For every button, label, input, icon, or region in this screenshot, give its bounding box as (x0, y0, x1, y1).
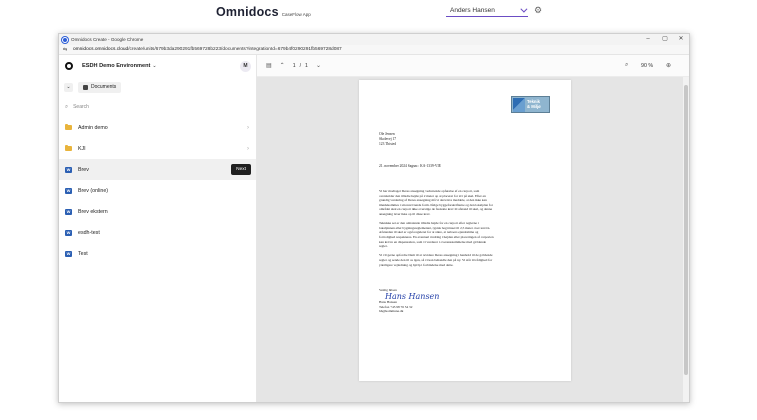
vertical-scrollbar[interactable] (683, 77, 689, 402)
documents-button[interactable]: Documents (78, 81, 122, 93)
page-total: 1 (305, 62, 308, 69)
folder-icon (65, 124, 72, 130)
window-title: Omnidocs Create - Google Chrome (71, 37, 144, 42)
next-button[interactable]: Next (231, 164, 251, 175)
letter-body: Vi har modtaget Deres ansøgning vedrøren… (379, 189, 495, 272)
chrome-icon (62, 36, 68, 43)
environment-switcher[interactable]: ESDH Demo Environment ⌄ M (59, 55, 256, 77)
handwritten-signature: Hans Hansen (385, 291, 440, 301)
list-item-kji[interactable]: KJI › (59, 138, 256, 159)
letter-paragraph: Vi vil gerne opfordre Dem til at revider… (379, 253, 493, 267)
scrollbar-thumb[interactable] (684, 85, 688, 375)
document-viewer: ▤ ⌃ 1 / 1 ⌄ ⌕ 90 % ⊕ Teknik & Miljø Ole … (257, 55, 689, 402)
sidebar: ESDH Demo Environment ⌄ M ⌄ Documents ⌕ … (59, 55, 257, 402)
app-header: Omnidocs CaseFlow App Anders Hansen ⚙ (0, 0, 757, 26)
letter-paragraph: Tekniske set er den omtalende tilladte h… (379, 221, 494, 249)
list-item-label: Brev (online) (78, 187, 109, 194)
word-doc-icon: W (65, 208, 72, 215)
chevron-right-icon: › (247, 145, 249, 152)
documents-icon (83, 84, 88, 90)
url-host: omnidocs.omnidocs.cloud (73, 47, 129, 52)
site-info-icon[interactable]: ⇆ (63, 47, 69, 53)
list-item-brev-ekstern[interactable]: W Brev ekstern (59, 201, 256, 222)
recipient-address: Ole Jensen Skolevej 17 123 Thisted (379, 132, 396, 147)
viewer-toolbar: ▤ ⌃ 1 / 1 ⌄ ⌕ 90 % ⊕ (257, 55, 689, 77)
search-row: ⌕ (59, 97, 256, 117)
user-select[interactable]: Anders Hansen (446, 5, 528, 17)
search-icon: ⌕ (65, 103, 69, 110)
address-bar[interactable]: ⇆ omnidocs.omnidocs.cloud/create/units/6… (59, 45, 689, 55)
word-doc-icon: W (65, 250, 72, 257)
brand-sub: CaseFlow App (281, 12, 311, 17)
collapse-button[interactable]: ⌄ (64, 82, 73, 92)
minimize-icon[interactable]: – (643, 36, 653, 43)
list-item-label: Admin demo (78, 124, 108, 131)
url-text[interactable]: omnidocs.omnidocs.cloud/create/units/679… (73, 47, 342, 52)
omnidocs-logo-icon (65, 62, 73, 70)
chevron-down-icon (520, 5, 528, 13)
app-content: ESDH Demo Environment ⌄ M ⌄ Documents ⌕ … (59, 55, 689, 402)
maximize-icon[interactable]: ▢ (660, 36, 670, 43)
list-item-label: KJI (78, 145, 86, 152)
list-item-brev-online[interactable]: W Brev (online) (59, 180, 256, 201)
word-doc-icon: W (65, 166, 72, 173)
brand-name: Omnidocs (216, 5, 279, 19)
list-item-test[interactable]: W Test (59, 243, 256, 264)
sidebar-toggle-icon[interactable]: ▤ (266, 62, 272, 69)
list-item-brev[interactable]: W Brev Next (59, 159, 256, 180)
pdf-page: Teknik & Miljø Ole Jensen Skolevej 17 12… (359, 80, 571, 381)
avatar[interactable]: M (240, 61, 251, 72)
word-doc-icon: W (65, 187, 72, 194)
word-doc-icon: W (65, 229, 72, 236)
url-path: /create/units/679b3da290291fb569728b223/… (128, 47, 342, 52)
chevron-down-icon[interactable]: ⌄ (316, 62, 321, 69)
logo-text: Teknik & Miljø (527, 99, 541, 109)
zoom-level[interactable]: 90 % (641, 63, 653, 69)
user-name: Anders Hansen (450, 7, 495, 14)
chevron-down-icon: ⌄ (152, 63, 157, 69)
gear-icon[interactable]: ⚙ (533, 5, 543, 15)
list-item-label: Brev ekstern (78, 208, 108, 215)
zoom-out-icon[interactable]: ⌕ (625, 62, 628, 69)
zoom-in-icon[interactable]: ⊕ (666, 62, 671, 69)
documents-row: ⌄ Documents (59, 77, 256, 97)
environment-name: ESDH Demo Environment (82, 63, 151, 69)
address-line: 123 Thisted (379, 142, 397, 146)
pdf-area[interactable]: Teknik & Miljø Ole Jensen Skolevej 17 12… (257, 77, 689, 402)
logo-mark-icon (513, 97, 525, 112)
list-item-label: Brev (78, 166, 89, 173)
page-separator: / (299, 62, 302, 69)
signer-email: hh@kommune.dk (379, 309, 404, 314)
date-line: 21. november 2024 Sagsnr.: KA-1339-VIE (379, 164, 441, 168)
signature-block: Venlig hilsen Hans Hansen Hans Hansen Te… (379, 288, 439, 314)
teknik-miljo-logo: Teknik & Miljø (511, 96, 550, 113)
chevron-right-icon: › (247, 124, 249, 131)
page-current[interactable]: 1 (293, 63, 296, 69)
brand-logo: Omnidocs CaseFlow App (216, 5, 311, 19)
list-item-admin-demo[interactable]: Admin demo › (59, 117, 256, 138)
logo-line2: & Miljø (527, 103, 541, 109)
window-titlebar: Omnidocs Create - Google Chrome – ▢ ✕ (59, 34, 689, 45)
letter-paragraph: Vi har modtaget Deres ansøgning vedrøren… (379, 189, 493, 216)
list-item-esdh-test[interactable]: W esdh-test (59, 222, 256, 243)
browser-window: Omnidocs Create - Google Chrome – ▢ ✕ ⇆ … (58, 33, 690, 403)
folder-icon (65, 145, 72, 151)
list-item-label: Test (78, 250, 88, 257)
documents-label: Documents (91, 84, 117, 90)
list-item-label: esdh-test (78, 229, 100, 236)
close-icon[interactable]: ✕ (676, 36, 686, 43)
search-input[interactable] (73, 104, 224, 110)
chevron-up-icon[interactable]: ⌃ (280, 62, 285, 69)
